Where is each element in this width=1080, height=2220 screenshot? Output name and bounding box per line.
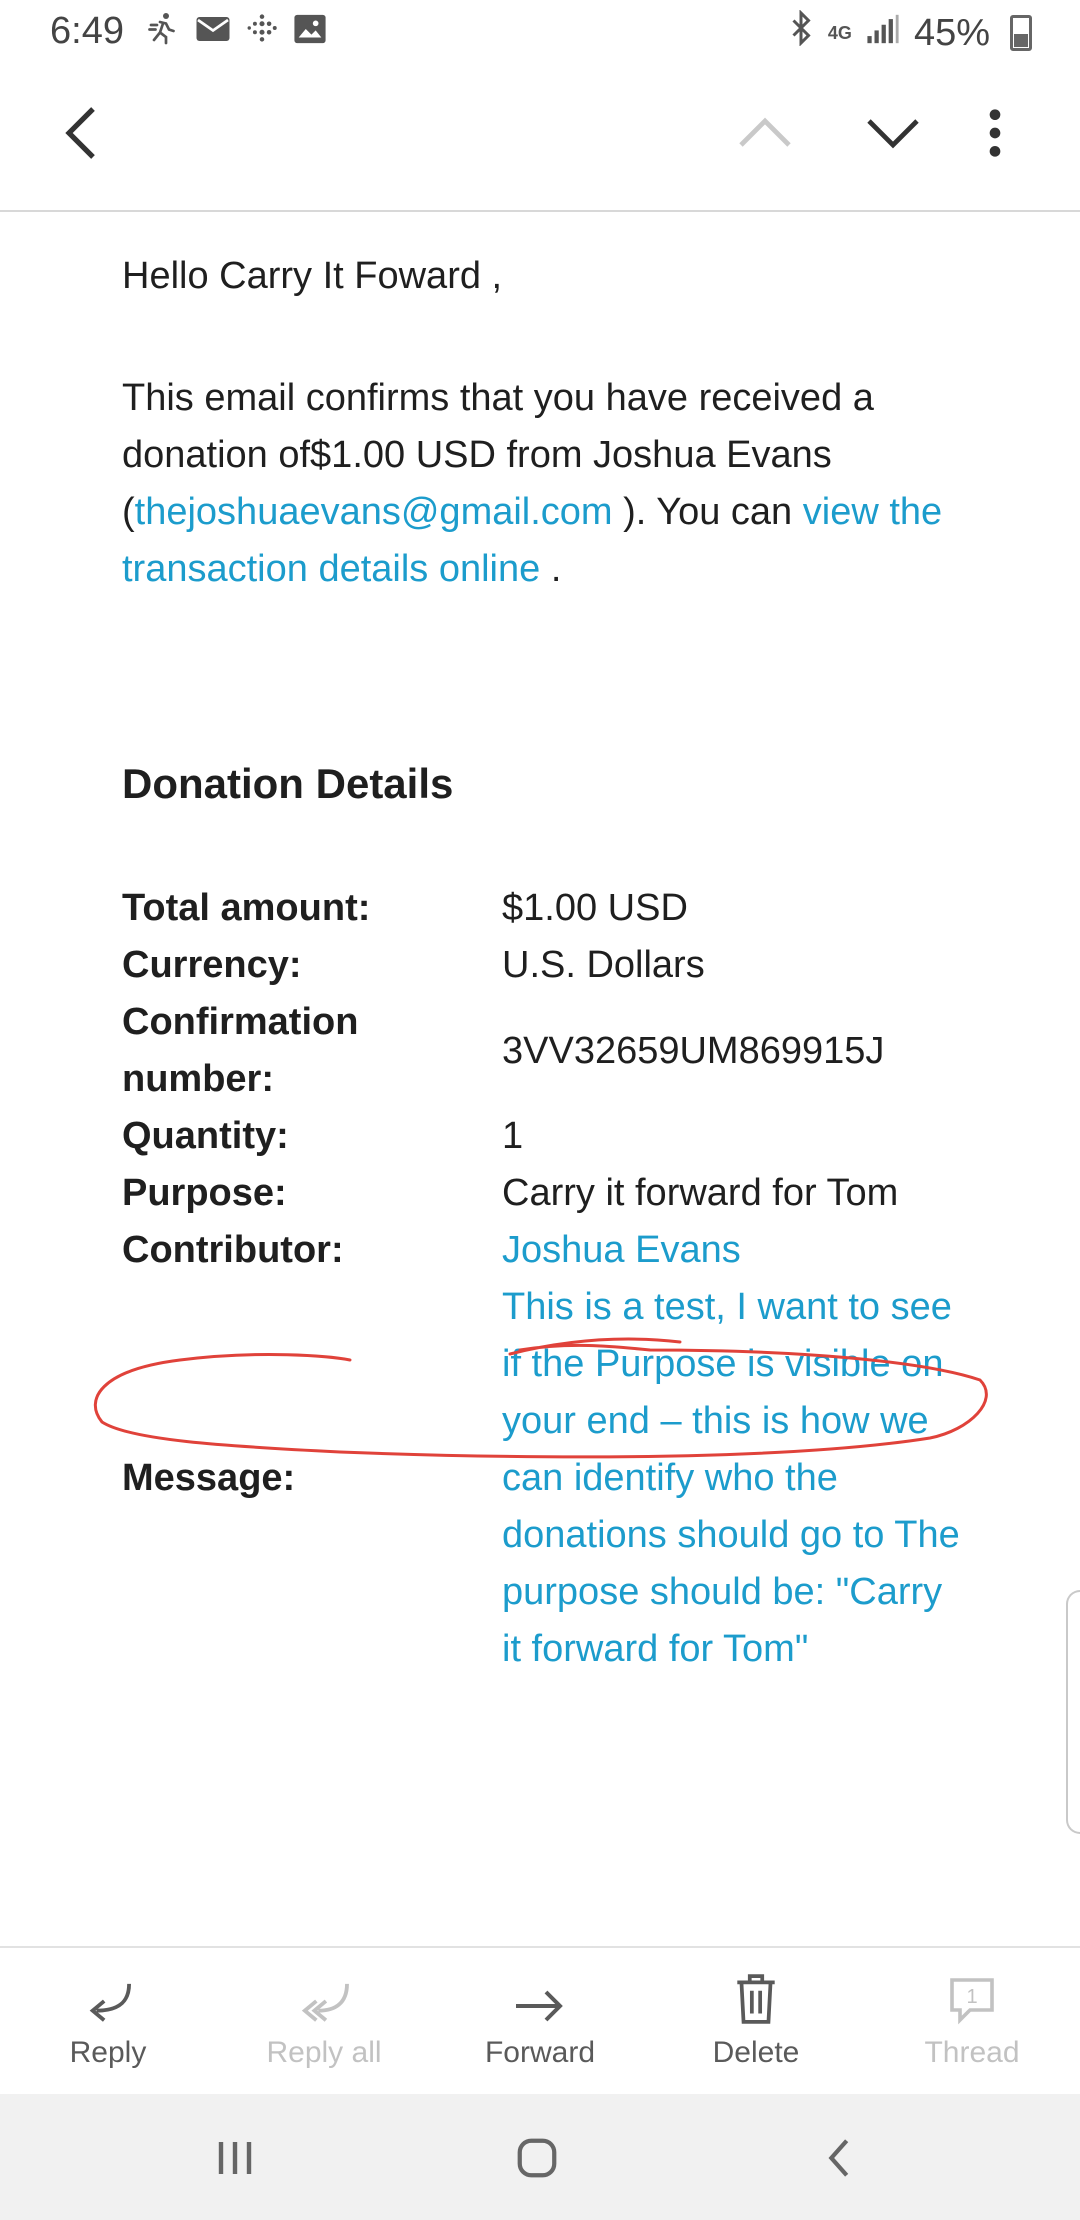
forward-button[interactable]: Forward <box>432 1948 648 2096</box>
status-time: 6:49 <box>50 10 124 52</box>
quantity-label: Quantity: <box>122 1115 289 1157</box>
reply-button[interactable]: Reply <box>0 1948 216 2096</box>
detail-row-confirmation: Confirmation number: 3VV32659UM869915J <box>122 994 1022 1108</box>
purpose-value: Carry it forward for Tom <box>502 1172 899 1214</box>
home-button[interactable] <box>502 2126 572 2190</box>
sender-email-link[interactable]: thejoshuaevans@gmail.com <box>135 491 613 533</box>
currency-label: Currency: <box>122 944 302 986</box>
section-title: Donation Details <box>122 760 454 807</box>
bluetooth-icon <box>788 9 814 56</box>
back-arrow-icon <box>828 2139 849 2177</box>
battery-icon <box>1010 15 1032 51</box>
thread-count: 1 <box>966 1986 978 2008</box>
chevron-down-icon <box>867 119 919 149</box>
reply-label: Reply <box>69 2036 147 2069</box>
system-nav-bar <box>0 2094 1080 2220</box>
scroll-handle[interactable] <box>1066 1590 1080 1834</box>
total-value: $1.00 USD <box>502 887 688 929</box>
detail-row-contributor: Contributor: Joshua Evans <box>122 1222 1022 1279</box>
detail-row-purpose: Purpose: Carry it forward for Tom <box>122 1165 1022 1222</box>
contributor-label: Contributor: <box>122 1229 344 1271</box>
confirmation-value: 3VV32659UM869915J <box>502 1029 885 1072</box>
back-button[interactable] <box>46 98 116 168</box>
email-body: Hello Carry It Foward , This email confi… <box>0 210 1080 1946</box>
more-options-button[interactable] <box>960 98 1030 168</box>
mail-icon <box>195 12 231 55</box>
quantity-value: 1 <box>502 1115 524 1157</box>
signal-icon <box>866 12 900 55</box>
confirmation-label: Confirmation number: <box>122 1001 359 1100</box>
reply-all-button[interactable]: Reply all <box>216 1948 432 2096</box>
purpose-label: Purpose: <box>122 1172 287 1214</box>
contributor-value[interactable]: Joshua Evans <box>502 1222 982 1279</box>
trash-icon <box>737 1974 775 2024</box>
forward-label: Forward <box>484 2036 596 2069</box>
thread-label: Thread <box>924 2036 1020 2069</box>
recent-apps-icon <box>218 2142 252 2174</box>
status-bar: 6:49 4G 45% <box>0 0 1080 64</box>
detail-row-total: Total amount: $1.00 USD <box>122 880 1022 937</box>
chevron-up-icon <box>739 117 791 147</box>
donation-details-table: Total amount: $1.00 USD Currency: U.S. D… <box>122 880 1022 1678</box>
greeting: Hello Carry It Foward , <box>122 255 503 297</box>
intro-paragraph: This email confirms that you have receiv… <box>122 377 943 590</box>
home-icon <box>517 2138 557 2178</box>
system-back-button[interactable] <box>804 2126 874 2190</box>
running-icon <box>145 10 181 56</box>
delete-button[interactable]: Delete <box>648 1948 864 2096</box>
fitbit-icon <box>245 11 279 55</box>
more-vertical-icon <box>989 109 1001 157</box>
chevron-left-icon <box>65 107 95 159</box>
reply-all-icon <box>301 1983 349 2022</box>
image-icon <box>293 12 327 55</box>
email-toolbar <box>0 64 1080 212</box>
previous-email-button[interactable] <box>730 98 800 168</box>
delete-label: Delete <box>712 2036 800 2069</box>
thread-button[interactable]: 1 Thread <box>864 1948 1080 2096</box>
email-actions-bar: Reply Reply all Forward Delete 1 Thread <box>0 1946 1080 2096</box>
red-annotation-circle <box>93 1337 988 1459</box>
total-label: Total amount: <box>122 887 371 929</box>
currency-value: U.S. Dollars <box>502 944 705 986</box>
battery-level: 45% <box>913 11 990 54</box>
detail-row-quantity: Quantity: 1 <box>122 1108 1022 1165</box>
reply-all-label: Reply all <box>266 2036 382 2069</box>
recent-apps-button[interactable] <box>200 2126 270 2190</box>
next-email-button[interactable] <box>858 98 928 168</box>
network-type: 4G <box>827 22 852 43</box>
detail-row-currency: Currency: U.S. Dollars <box>122 937 1022 994</box>
arrow-right-icon <box>516 1990 563 2022</box>
reply-icon <box>89 1983 131 2022</box>
